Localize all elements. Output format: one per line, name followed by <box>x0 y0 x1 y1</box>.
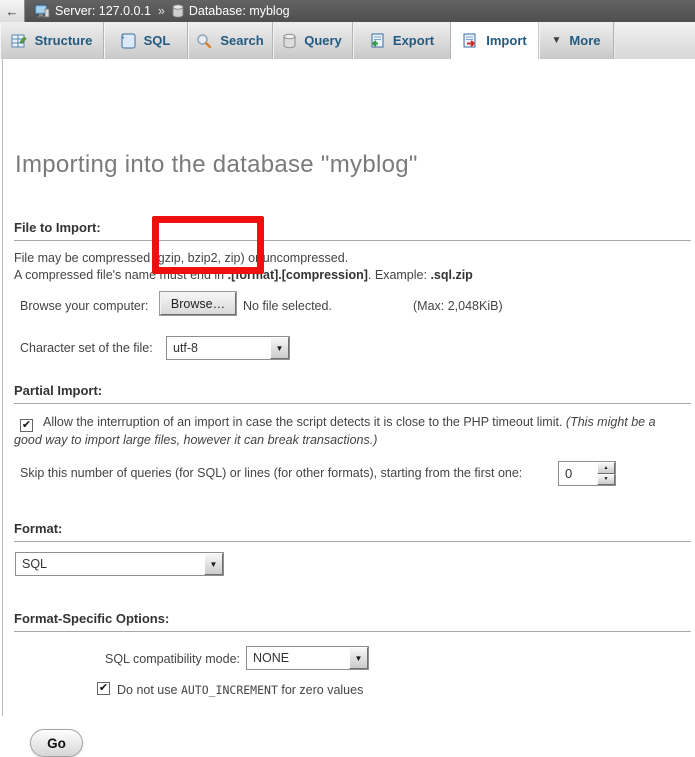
charset-label: Character set of the file: <box>20 341 153 355</box>
section-heading-format: Format: <box>14 521 691 542</box>
tab-import[interactable]: Import <box>451 22 539 59</box>
tab-label: Query <box>304 33 342 48</box>
page-title: Importing into the database "myblog" <box>15 151 418 179</box>
tab-sql[interactable]: SQL <box>104 22 188 59</box>
import-icon <box>462 33 478 49</box>
search-icon <box>196 33 212 49</box>
tab-label: Export <box>393 33 434 48</box>
tab-search[interactable]: Search <box>188 22 273 59</box>
autoincrement-checkbox[interactable]: ✔ <box>97 682 110 695</box>
select-arrow-icon: ▼ <box>349 647 368 669</box>
frame-divider <box>2 59 3 716</box>
breadcrumb-server-link[interactable]: Server: 127.0.0.1 <box>55 4 151 18</box>
no-file-selected-text: No file selected. <box>243 299 332 313</box>
section-heading-partial-import: Partial Import: <box>14 383 691 404</box>
format-select[interactable]: SQL ▼ <box>15 552 224 576</box>
query-database-icon <box>283 33 296 49</box>
select-arrow-icon: ▼ <box>204 553 223 575</box>
sql-icon <box>121 33 136 49</box>
back-button[interactable]: ← <box>0 0 25 22</box>
tabstrip-filler <box>614 22 695 59</box>
tab-label: Search <box>220 33 263 48</box>
go-button[interactable]: Go <box>30 729 83 757</box>
compression-info-line1: File may be compressed (gzip, bzip2, zip… <box>14 251 348 265</box>
allow-interruption-label: Allow the interruption of an import in c… <box>43 415 566 429</box>
max-size-text: (Max: 2,048KiB) <box>413 299 503 313</box>
browse-button[interactable]: Browse… <box>160 292 236 315</box>
charset-select-value: utf-8 <box>167 337 270 359</box>
tab-label: More <box>569 33 600 48</box>
tab-label: SQL <box>144 33 171 48</box>
section-heading-file-to-import: File to Import: <box>14 220 691 241</box>
chevron-down-icon: ▼ <box>552 35 562 46</box>
tab-query[interactable]: Query <box>273 22 353 59</box>
breadcrumb-database-link[interactable]: Database: myblog <box>189 4 290 18</box>
skip-queries-stepper[interactable]: 0 ▲ ▼ <box>558 461 616 486</box>
tab-label: Structure <box>35 33 93 48</box>
stepper-down-button[interactable]: ▼ <box>597 474 615 486</box>
sql-compat-select[interactable]: NONE ▼ <box>246 646 369 670</box>
tab-structure[interactable]: Structure <box>0 22 104 59</box>
tab-label: Import <box>486 33 526 48</box>
main-content: Importing into the database "myblog" Fil… <box>0 59 695 716</box>
breadcrumb-bar: ← Server: 127.0.0.1 » Database: myblog <box>0 0 695 22</box>
skip-queries-label: Skip this number of queries (for SQL) or… <box>20 466 522 480</box>
charset-select[interactable]: utf-8 ▼ <box>166 336 290 360</box>
skip-queries-value: 0 <box>559 462 597 485</box>
export-icon <box>369 33 385 49</box>
allow-interruption-row: ✔ Allow the interruption of an import in … <box>14 414 686 450</box>
breadcrumb-separator: » <box>158 4 165 18</box>
compression-info-line2: A compressed file's name must end in .[f… <box>14 268 473 282</box>
checkmark-icon: ✔ <box>22 420 31 431</box>
stepper-up-button[interactable]: ▲ <box>597 462 615 474</box>
browse-label: Browse your computer: <box>20 299 149 313</box>
breadcrumb: Server: 127.0.0.1 » Database: myblog <box>34 4 290 18</box>
sql-compat-label: SQL compatibility mode: <box>0 652 240 666</box>
sql-compat-select-value: NONE <box>247 647 349 669</box>
autoincrement-label: Do not use AUTO_INCREMENT for zero value… <box>117 683 363 697</box>
section-heading-format-options: Format-Specific Options: <box>14 611 691 632</box>
server-icon <box>34 4 50 18</box>
structure-icon <box>11 33 27 49</box>
checkmark-icon: ✔ <box>99 683 108 694</box>
allow-interruption-checkbox[interactable]: ✔ <box>20 419 33 432</box>
back-arrow-icon: ← <box>6 4 19 19</box>
tab-export[interactable]: Export <box>353 22 451 59</box>
database-icon <box>172 4 184 18</box>
format-select-value: SQL <box>16 553 204 575</box>
tab-bar: Structure SQL Search Query Export <box>0 22 695 59</box>
tab-more[interactable]: ▼ More <box>539 22 614 59</box>
select-arrow-icon: ▼ <box>270 337 289 359</box>
